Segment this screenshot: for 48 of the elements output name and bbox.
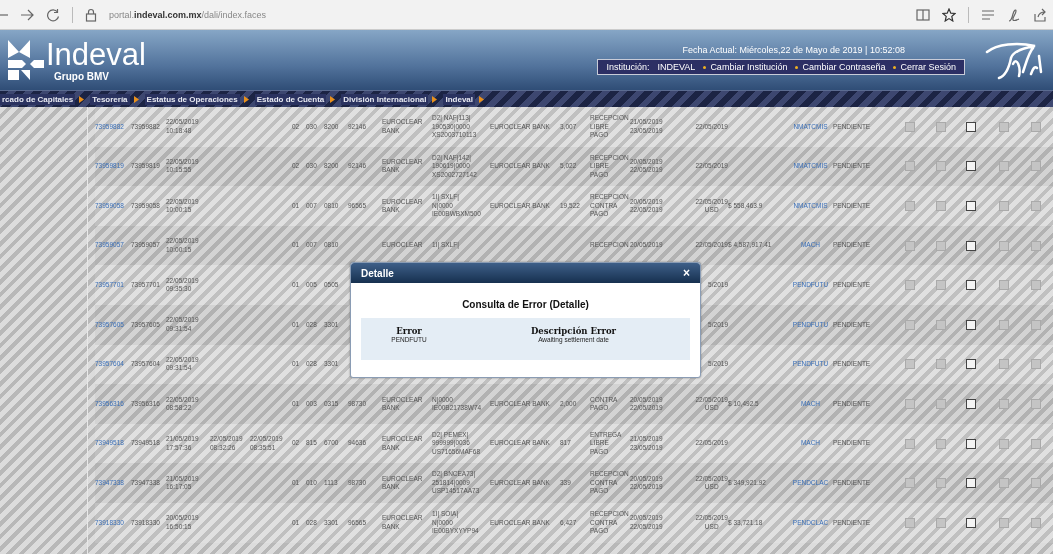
checkbox[interactable] [966,398,976,409]
header-link[interactable]: Cambiar Institución [710,62,788,72]
checkbox[interactable] [966,121,976,132]
lock-icon [85,7,97,22]
dialog-title: Detalle [361,267,394,279]
triangle-icon [330,95,336,103]
triangle-icon [432,95,438,103]
institution-name: INDEVAL [657,62,696,72]
checkbox[interactable] [966,359,976,370]
institution-label: Institución: [606,62,650,72]
reading-view-icon[interactable] [916,8,930,21]
logo-subtitle: Grupo BMV [54,70,110,82]
bullet-icon [893,65,897,69]
triangle-icon [243,95,249,103]
checkbox[interactable] [966,240,976,251]
menu-item[interactable]: Estatus de Operaciones [144,93,240,105]
menu-item[interactable]: rcado de Capitales [0,93,76,105]
header-link[interactable]: Cerrar Sesión [900,62,956,72]
forward-arrow-icon[interactable] [20,8,34,21]
bullet-icon [703,65,707,69]
checkbox[interactable] [966,319,976,330]
refresh-icon[interactable] [46,7,60,22]
dialog-heading: Consulta de Error (Detalle) [461,299,590,310]
menu-item[interactable]: Tesorería [90,93,130,105]
logo-text: Indeval [46,38,146,71]
star-icon[interactable] [942,7,956,22]
current-date: Fecha Actual: Miércoles,22 de Mayo de 2019 | 10:52:08 [682,45,905,55]
checkbox[interactable] [966,517,976,528]
checkbox[interactable] [966,280,976,291]
bullet-icon [795,65,799,69]
column-header: Error [396,326,422,336]
triangle-icon [479,95,485,103]
checkbox[interactable] [966,478,976,489]
triangle-icon [79,95,85,103]
checkbox[interactable] [966,438,976,449]
pen-icon[interactable] [1007,7,1021,22]
menu-item[interactable]: Estado de Cuenta [254,93,327,105]
menu-item[interactable]: Indeval [443,93,476,105]
column-header: Descripción Error [530,326,617,336]
address-bar[interactable]: portal.indeval.com.mx/dali/index.faces [109,9,267,20]
close-button[interactable]: × [681,266,692,280]
checkbox[interactable] [966,201,976,211]
menu-item[interactable]: División Internacional [341,93,429,105]
logo-icon [6,38,46,82]
checkbox[interactable] [966,161,976,172]
share-icon[interactable] [1033,7,1047,22]
header-link[interactable]: Cambiar Contraseña [802,62,886,72]
triangle-icon [133,95,139,103]
